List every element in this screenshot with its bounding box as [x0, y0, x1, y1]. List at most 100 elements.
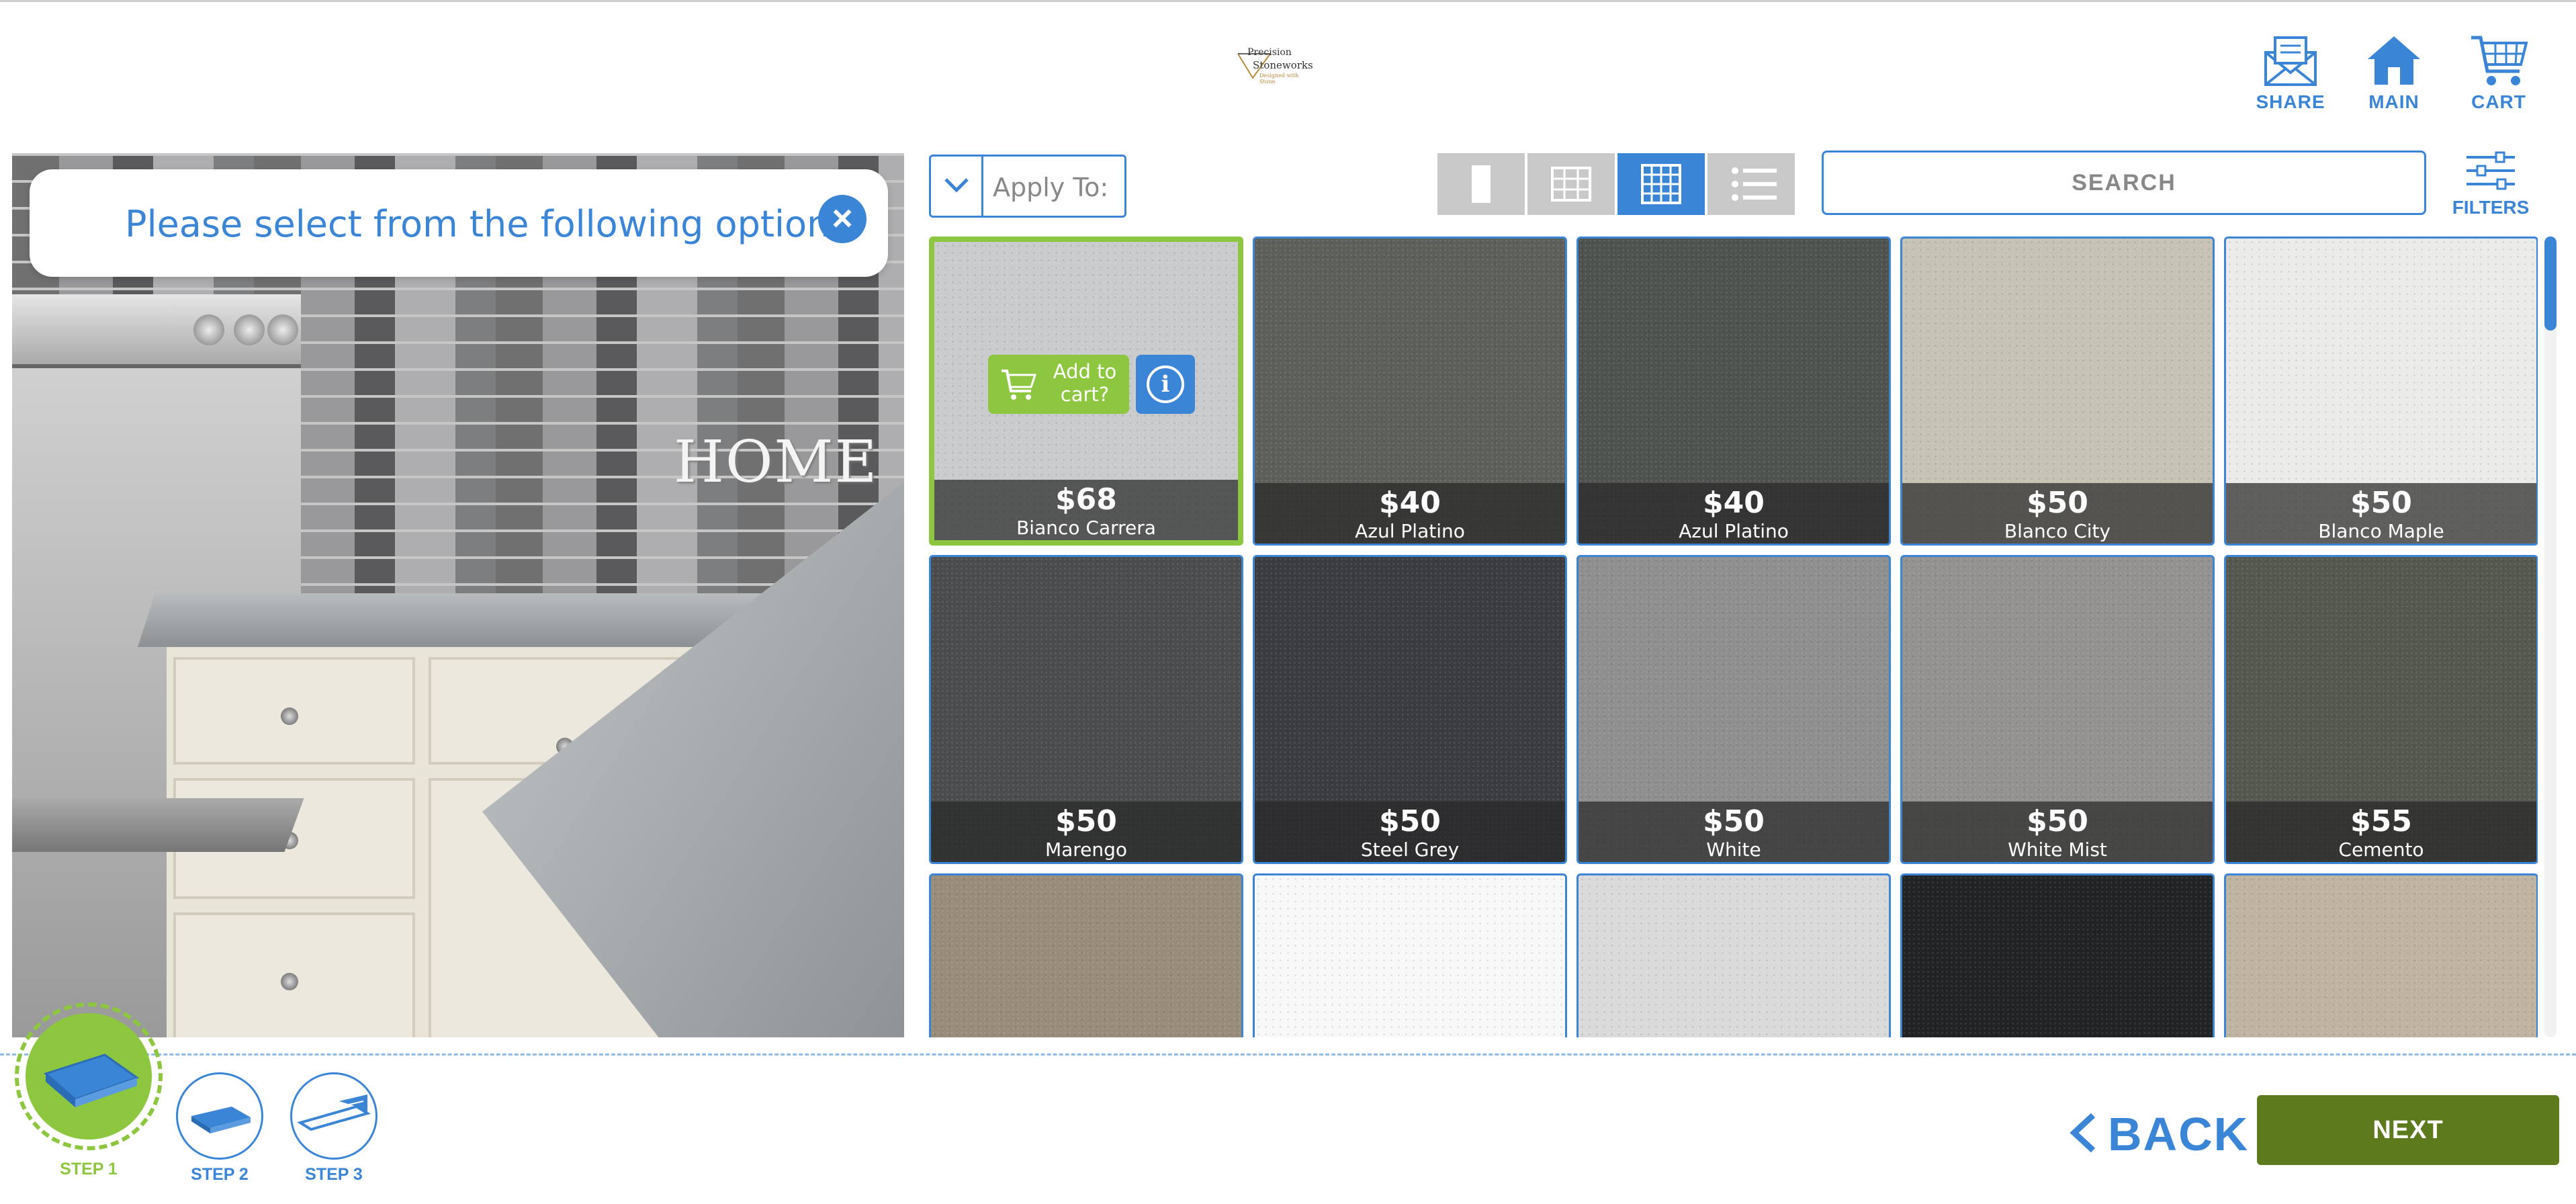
stove-knob: [193, 314, 224, 345]
single-view-icon: [1472, 165, 1491, 203]
search-input[interactable]: SEARCH: [1822, 150, 2426, 215]
step-1-label: STEP 1: [60, 1160, 118, 1178]
countertop-front: [12, 798, 304, 852]
logo: Precision Stoneworks Designed with Stone: [1233, 44, 1313, 85]
tile-label-band: $50 Blanco City: [1902, 483, 2213, 544]
material-tile[interactable]: $50 Marengo: [929, 555, 1243, 864]
main-label: MAIN: [2368, 91, 2419, 112]
grid-scrollbar[interactable]: [2544, 236, 2557, 1037]
step-3-button[interactable]: STEP 3: [290, 1072, 377, 1185]
step-3-circle: [290, 1072, 377, 1160]
popup-text: Please select from the following options: [125, 203, 849, 245]
material-tile[interactable]: $68 Bianco Carrera Add to cart? i: [929, 236, 1243, 546]
filters-button[interactable]: FILTERS: [2450, 150, 2531, 224]
view-mode-toggle: [1437, 153, 1797, 215]
tile-price: $68: [1055, 482, 1117, 517]
view-list-button[interactable]: [1707, 153, 1795, 215]
tile-label-band: $68 Bianco Carrera: [934, 480, 1238, 540]
add-to-cart-label: Add to cart?: [1053, 360, 1117, 406]
grid-large-icon: [1641, 164, 1681, 204]
material-tile[interactable]: [1576, 873, 1891, 1037]
material-tile[interactable]: $40 Azul Platino: [1576, 236, 1891, 546]
apply-to-dropdown[interactable]: Apply To:: [929, 155, 1126, 218]
material-tile[interactable]: [1900, 873, 2215, 1037]
tile-price: $50: [2027, 804, 2088, 838]
tile-price: $50: [1055, 804, 1117, 838]
back-label: BACK: [2108, 1108, 2250, 1160]
material-tile[interactable]: $50 Blanco City: [1900, 236, 2215, 546]
logo-line-3: Designed with Stone: [1259, 73, 1299, 85]
info-icon: i: [1147, 366, 1184, 403]
logo-line-2: Stoneworks: [1253, 59, 1313, 71]
main-button[interactable]: MAIN: [2347, 34, 2441, 121]
material-tile[interactable]: [929, 873, 1243, 1037]
material-tile[interactable]: $50 White Mist: [1900, 555, 2215, 864]
tile-label-band: $50 Marengo: [931, 802, 1241, 862]
material-tile[interactable]: $40 Azul Platino: [1253, 236, 1567, 546]
list-icon: [1732, 167, 1777, 201]
home-sign: HOME: [674, 429, 879, 496]
tile-label-band: $50 White Mist: [1902, 802, 2213, 862]
home-icon: [2368, 36, 2420, 85]
grid-small-icon: [1551, 167, 1591, 202]
tile-name: Cemento: [2338, 838, 2424, 861]
info-button[interactable]: i: [1136, 355, 1195, 414]
tile-price: $40: [1703, 486, 1765, 520]
tile-label-band: $40 Azul Platino: [1255, 483, 1565, 544]
view-single-button[interactable]: [1437, 153, 1525, 215]
add-to-cart-button[interactable]: Add to cart?: [988, 355, 1129, 414]
scrollbar-thumb[interactable]: [2544, 236, 2557, 331]
step-2-button[interactable]: STEP 2: [176, 1072, 263, 1185]
tile-name: Bianco Carrera: [1016, 517, 1156, 539]
tile-label-band: $40 Azul Platino: [1579, 483, 1889, 544]
cabinet-knob: [281, 707, 298, 725]
tile-name: Blanco Maple: [2318, 520, 2444, 542]
chevron-down-icon: [931, 157, 983, 216]
material-tile[interactable]: $55 Cemento: [2224, 555, 2538, 864]
tile-name: Azul Platino: [1679, 520, 1789, 542]
material-grid: $68 Bianco Carrera Add to cart? i $40 Azul Pl…: [929, 236, 2538, 1037]
room-preview: HOME: [12, 153, 904, 1037]
share-button[interactable]: SHARE: [2244, 34, 2338, 121]
tile-price: $50: [1703, 804, 1765, 838]
cart-button[interactable]: CART: [2452, 34, 2546, 121]
next-button[interactable]: NEXT: [2257, 1095, 2559, 1165]
instruction-popup: Please select from the following options…: [30, 169, 888, 277]
stove-knob: [234, 314, 265, 345]
material-tile[interactable]: $50 Steel Grey: [1253, 555, 1567, 864]
tile-name: White Mist: [2008, 838, 2107, 861]
tile-label-band: $50 Blanco Maple: [2226, 483, 2536, 544]
material-tile[interactable]: $50 White: [1576, 555, 1891, 864]
tile-price: $50: [2350, 486, 2412, 520]
tile-price: $55: [2350, 804, 2412, 838]
close-icon[interactable]: ×: [818, 195, 867, 243]
tile-label-band: $50 Steel Grey: [1255, 802, 1565, 862]
step-1-button[interactable]: STEP 1: [15, 1002, 163, 1179]
cart-icon: [1002, 370, 1036, 400]
sliders-icon: [2467, 151, 2515, 190]
view-grid-small-button[interactable]: [1527, 153, 1615, 215]
tile-price: $50: [2027, 486, 2088, 520]
countertop-icon: [43, 1054, 140, 1107]
chevron-left-icon: [2070, 1113, 2096, 1153]
view-grid-large-button[interactable]: [1617, 153, 1705, 215]
apply-to-label: Apply To:: [993, 173, 1109, 202]
tile-name: Steel Grey: [1360, 838, 1460, 861]
step-3-label: STEP 3: [305, 1165, 363, 1184]
tile-name: White: [1706, 838, 1761, 861]
material-tile[interactable]: [1253, 873, 1567, 1037]
tile-name: Blanco City: [2004, 520, 2111, 542]
material-tile[interactable]: [2224, 873, 2538, 1037]
material-tile[interactable]: $50 Blanco Maple: [2224, 236, 2538, 546]
edge-profile-icon: [191, 1107, 251, 1133]
cabinet-knob: [281, 973, 298, 990]
back-button[interactable]: BACK: [2069, 1099, 2248, 1164]
share-label: SHARE: [2256, 91, 2325, 112]
tile-price: $50: [1379, 804, 1441, 838]
tile-price: $40: [1379, 486, 1441, 520]
logo-line-1: Precision: [1247, 47, 1292, 58]
tile-name: Azul Platino: [1355, 520, 1465, 542]
step-2-label: STEP 2: [191, 1165, 249, 1184]
step-1-circle: [26, 1013, 152, 1140]
step-1-ring: [15, 1002, 163, 1150]
